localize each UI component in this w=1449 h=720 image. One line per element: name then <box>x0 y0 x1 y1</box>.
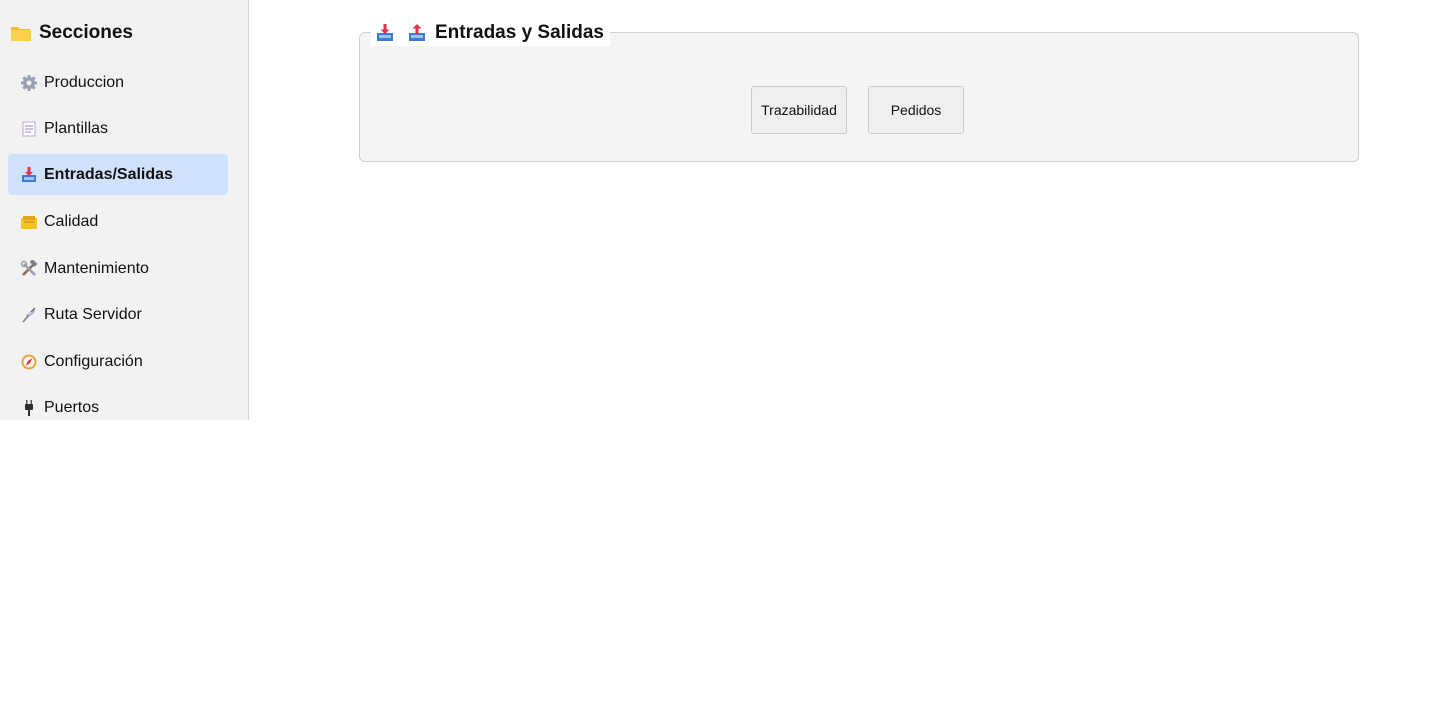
sidebar-item-configuracion[interactable]: Configuración <box>8 341 228 382</box>
satellite-icon <box>20 306 38 324</box>
sidebar-item-label: Produccion <box>44 73 125 91</box>
sidebar-header: Secciones <box>10 20 133 46</box>
document-icon <box>20 120 38 138</box>
trazabilidad-button[interactable]: Trazabilidad <box>751 86 847 134</box>
pedidos-button[interactable]: Pedidos <box>868 86 964 134</box>
sidebar-item-label: Configuración <box>44 352 143 370</box>
sidebar-item-produccion[interactable]: Produccion <box>8 62 228 103</box>
sidebar-item-entradas-salidas[interactable]: Entradas/Salidas <box>8 154 228 195</box>
sidebar-item-label: Plantillas <box>44 119 109 137</box>
folder-icon <box>10 22 32 44</box>
sidebar-item-label: Calidad <box>44 212 99 230</box>
sidebar-item-label: Entradas/Salidas <box>44 165 173 183</box>
panel-legend: Entradas y Salidas <box>371 20 610 46</box>
sidebar-item-ruta-servidor[interactable]: Ruta Servidor <box>8 294 228 335</box>
inbox-tray-icon <box>20 166 38 184</box>
inbox-tray-icon <box>375 23 395 43</box>
sidebar-item-calidad[interactable]: Calidad <box>8 201 228 242</box>
outbox-tray-icon <box>407 23 427 43</box>
plug-icon <box>20 399 38 417</box>
sidebar-item-mantenimiento[interactable]: Mantenimiento <box>8 248 228 289</box>
sidebar-item-label: Mantenimiento <box>44 259 149 277</box>
entradas-salidas-panel <box>359 32 1359 162</box>
sidebar-item-label: Ruta Servidor <box>44 305 142 323</box>
card-index-icon <box>20 213 38 231</box>
sidebar-title: Secciones <box>39 22 133 43</box>
sidebar-item-plantillas[interactable]: Plantillas <box>8 108 228 149</box>
sidebar-item-puertos[interactable]: Puertos <box>8 387 228 420</box>
sidebar-item-label: Puertos <box>44 398 100 416</box>
sidebar: Secciones Produccion Plantillas Entradas… <box>0 0 249 420</box>
compass-icon <box>20 353 38 371</box>
gear-icon <box>20 74 38 92</box>
hammer-wrench-icon <box>20 258 38 278</box>
panel-title: Entradas y Salidas <box>435 22 604 43</box>
